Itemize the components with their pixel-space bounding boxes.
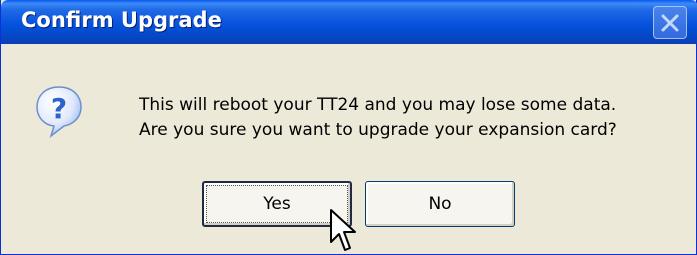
svg-text:?: ? <box>51 92 67 125</box>
mouse-cursor-icon <box>330 209 356 251</box>
message-line-1: This will reboot your TT24 and you may l… <box>139 95 617 115</box>
dialog-title: Confirm Upgrade <box>21 8 222 32</box>
question-icon: ? <box>36 86 82 138</box>
no-button[interactable]: No <box>365 181 515 227</box>
title-bar[interactable]: Confirm Upgrade <box>1 0 697 44</box>
close-icon <box>661 14 679 32</box>
close-button[interactable] <box>653 6 687 39</box>
message-line-2: Are you sure you want to upgrade your ex… <box>139 120 617 140</box>
confirm-upgrade-dialog: Confirm Upgrade ? This will reboot your … <box>0 0 697 255</box>
message-text: This will reboot your TT24 and you may l… <box>139 93 617 143</box>
